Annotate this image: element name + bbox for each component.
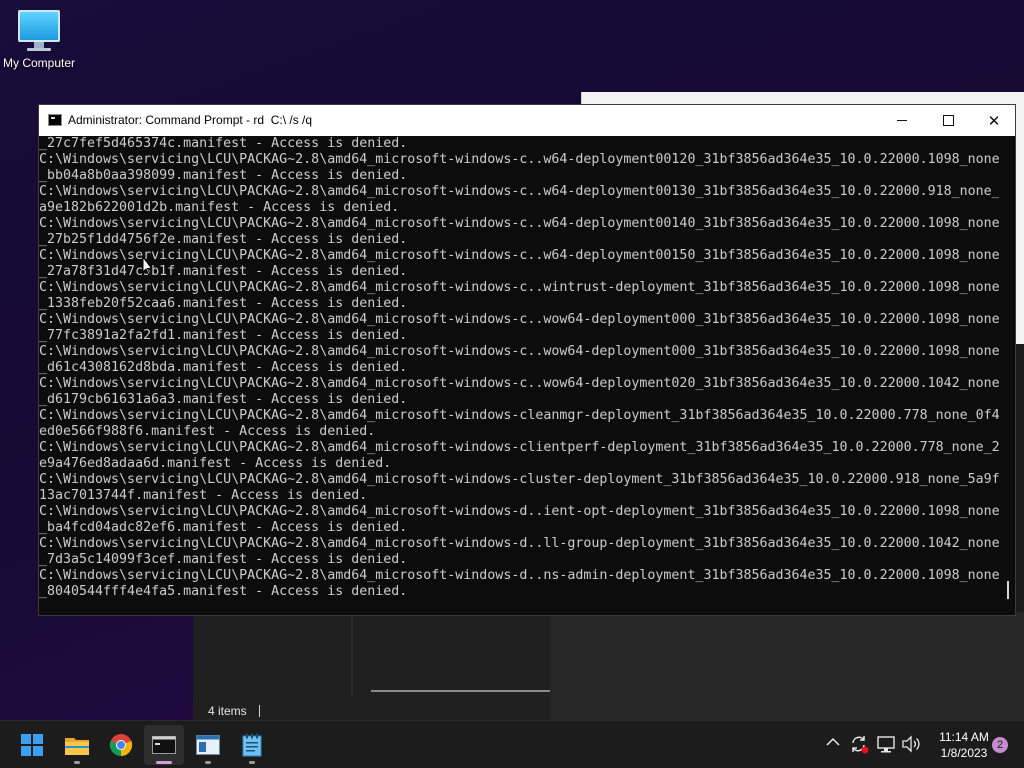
console-line: _27a78f31d47c3b1f.manifest - Access is d… — [39, 264, 408, 279]
console-line: C:\Windows\servicing\LCU\PACKAG~2.8\amd6… — [39, 280, 999, 295]
console-line: C:\Windows\servicing\LCU\PACKAG~2.8\amd6… — [39, 440, 999, 455]
console-line: _d6179cb61631a6a3.manifest - Access is d… — [39, 392, 408, 407]
windows-logo-icon — [21, 734, 43, 756]
status-bar: 4 items — [208, 704, 260, 718]
background-window-edge-dark — [1016, 344, 1024, 612]
close-button[interactable]: ✕ — [971, 105, 1017, 136]
console-line: e9a476ed8adaa6d.manifest - Access is den… — [39, 456, 392, 471]
chevron-up-icon[interactable] — [826, 735, 840, 751]
taskbar-window-app[interactable] — [188, 725, 228, 765]
horizontal-scrollbar[interactable] — [371, 690, 551, 692]
console-line: a9e182b622001d2b.manifest - Access is de… — [39, 200, 400, 215]
desktop: My Computer 4 items Administrator: Comma… — [0, 0, 1024, 768]
console-line: C:\Windows\servicing\LCU\PACKAG~2.8\amd6… — [39, 568, 999, 583]
console-line: _1338feb20f52caa6.manifest - Access is d… — [39, 296, 408, 311]
console-line: ed0e566f988f6.manifest - Access is denie… — [39, 424, 376, 439]
console-line: C:\Windows\servicing\LCU\PACKAG~2.8\amd6… — [39, 376, 999, 391]
clock-date: 1/8/2023 — [940, 746, 988, 760]
console-output[interactable]: _27c7fef5d465374c.manifest - Access is d… — [39, 136, 999, 615]
sync-icon[interactable] — [849, 734, 869, 758]
console-line: _27b25f1dd4756f2e.manifest - Access is d… — [39, 232, 408, 247]
window-title: Administrator: Command Prompt - rd C:\ /… — [68, 113, 313, 127]
system-tray: 11:14 AM 1/8/2023 2 — [814, 721, 1024, 768]
pane-divider — [351, 612, 353, 698]
console-line: _bb04a8b0aa398099.manifest - Access is d… — [39, 168, 408, 183]
running-indicator — [205, 761, 211, 764]
minimize-button[interactable] — [879, 105, 925, 136]
console-line: C:\Windows\servicing\LCU\PACKAG~2.8\amd6… — [39, 504, 999, 519]
command-prompt-window[interactable]: Administrator: Command Prompt - rd C:\ /… — [38, 104, 1016, 616]
console-line: _8040544fff4e4fa5.manifest - Access is d… — [39, 584, 408, 599]
desktop-icon-label: My Computer — [2, 56, 76, 70]
notification-badge[interactable]: 2 — [992, 737, 1008, 753]
maximize-icon — [942, 115, 954, 126]
network-icon[interactable] — [876, 734, 896, 758]
console-line: C:\Windows\servicing\LCU\PACKAG~2.8\amd6… — [39, 344, 999, 359]
console-line: C:\Windows\servicing\LCU\PACKAG~2.8\amd6… — [39, 216, 999, 231]
console-line: _d61c4308162d8bda.manifest - Access is d… — [39, 360, 408, 375]
vertical-scrollbar-thumb[interactable] — [1007, 581, 1009, 599]
console-line: _ba4fcd04adc82ef6.manifest - Access is d… — [39, 520, 408, 535]
notepad-icon — [242, 733, 262, 757]
monitor-icon — [0, 10, 78, 51]
console-line: C:\Windows\servicing\LCU\PACKAG~2.8\amd6… — [39, 248, 999, 263]
close-icon: ✕ — [987, 111, 1001, 130]
console-line: C:\Windows\servicing\LCU\PACKAG~2.8\amd6… — [39, 152, 999, 167]
status-separator — [258, 705, 260, 717]
console-line: C:\Windows\servicing\LCU\PACKAG~2.8\amd6… — [39, 184, 999, 199]
console-line: C:\Windows\servicing\LCU\PACKAG~2.8\amd6… — [39, 312, 999, 327]
console-line: 13ac7013744f.manifest - Access is denied… — [39, 488, 368, 503]
desktop-icon-my-computer[interactable]: My Computer — [0, 6, 78, 70]
background-window-edge — [1016, 106, 1024, 344]
start-button[interactable] — [12, 725, 52, 765]
taskbar: 11:14 AM 1/8/2023 2 — [0, 720, 1024, 768]
volume-icon[interactable] — [901, 734, 921, 758]
console-line: C:\Windows\servicing\LCU\PACKAG~2.8\amd6… — [39, 536, 999, 551]
chrome-icon — [109, 734, 133, 756]
command-prompt-icon — [48, 114, 62, 126]
taskbar-command-prompt[interactable] — [144, 725, 184, 765]
clock-time: 11:14 AM — [939, 730, 989, 744]
background-window-pane — [550, 612, 1024, 720]
title-bar[interactable]: Administrator: Command Prompt - rd C:\ /… — [39, 105, 1015, 136]
taskbar-notepad[interactable] — [232, 725, 272, 765]
taskbar-chrome[interactable] — [101, 725, 141, 765]
minimize-icon — [897, 120, 907, 121]
console-line: _7d3a5c14099f3cef.manifest - Access is d… — [39, 552, 408, 567]
console-line: _27c7fef5d465374c.manifest - Access is d… — [39, 136, 408, 151]
console-line: C:\Windows\servicing\LCU\PACKAG~2.8\amd6… — [39, 408, 999, 423]
running-indicator — [249, 761, 255, 764]
background-explorer-window[interactable]: 4 items — [193, 612, 553, 720]
terminal-icon — [152, 736, 176, 754]
console-line: _77fc3891a2fa2fd1.manifest - Access is d… — [39, 328, 408, 343]
window-icon — [196, 735, 220, 755]
folder-icon — [65, 738, 89, 755]
clock[interactable]: 11:14 AM 1/8/2023 — [929, 729, 999, 761]
item-count: 4 items — [208, 704, 247, 718]
running-indicator — [74, 761, 80, 764]
maximize-button[interactable] — [925, 105, 971, 136]
active-indicator — [156, 761, 172, 764]
taskbar-file-explorer[interactable] — [57, 725, 97, 765]
console-line: C:\Windows\servicing\LCU\PACKAG~2.8\amd6… — [39, 472, 999, 487]
